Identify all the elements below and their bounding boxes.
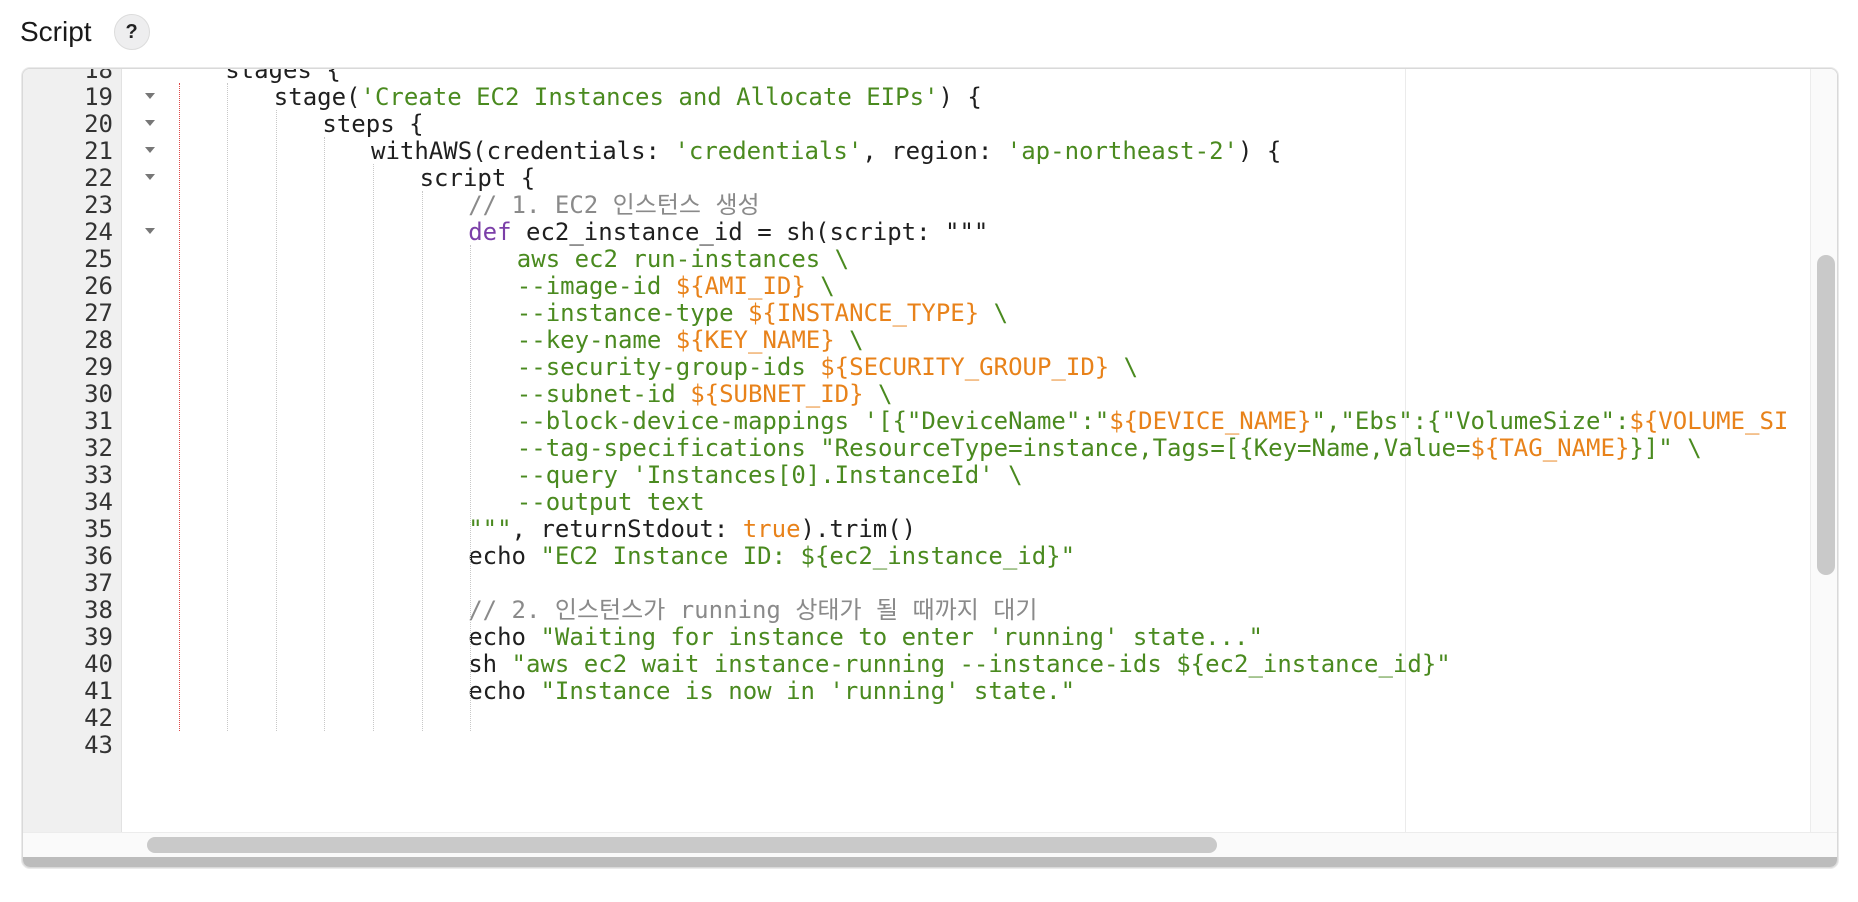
code-token: \ (834, 326, 864, 354)
code-token: 'ap-northeast-2' (1006, 137, 1238, 165)
code-token: echo (468, 677, 541, 705)
code-token: --key-name (516, 326, 676, 354)
code-token: "Instance is now in 'running' state." (540, 677, 1076, 705)
code-token: --query 'Instances[0].InstanceId' \ (516, 461, 1023, 489)
code-token: ${INSTANCE_TYPE} (747, 299, 980, 327)
script-header: Script ? (20, 10, 150, 54)
code-token: \ (863, 380, 893, 408)
code-token: "Waiting for instance to enter 'running'… (540, 623, 1263, 651)
code-token: withAWS(credentials: (371, 137, 675, 165)
code-token: --tag-specifications "ResourceType=insta… (516, 434, 1471, 462)
code-token: ","Ebs":{"VolumeSize": (1311, 407, 1630, 435)
indent-guide (421, 191, 423, 731)
code-token: ) { (938, 83, 982, 111)
code-token: , returnStdout: (511, 515, 743, 543)
code-token: --output text (516, 488, 705, 516)
indent-guide (178, 83, 180, 731)
code-token: ${AMI_ID} (675, 272, 806, 300)
code-token: sh(script: """ (771, 218, 989, 246)
help-button[interactable]: ? (113, 14, 150, 50)
indent-guide (324, 137, 326, 731)
code-token: // 2. 인스턴스가 running 상태가 될 때까지 대기 (468, 596, 1038, 624)
horizontal-scrollbar-thumb[interactable] (147, 837, 1217, 853)
code-token: stage( (273, 83, 361, 111)
code-token: """ (468, 515, 512, 543)
code-token: // 1. EC2 인스턴스 생성 (468, 191, 760, 219)
code-token: sh (468, 650, 512, 678)
code-token: ) { (1237, 137, 1282, 165)
code-token: "EC2 Instance ID: ${ec2_instance_id}" (540, 542, 1076, 570)
line-number-text: 43 (84, 731, 113, 759)
code-area[interactable]: stages {stage('Create EC2 Instances and … (122, 69, 1809, 867)
code-token: def (468, 218, 512, 246)
code-token: --image-id (516, 272, 676, 300)
code-token: echo (468, 623, 541, 651)
code-token: true (742, 515, 801, 543)
code-token: ${VOLUME_SI (1629, 407, 1789, 435)
code-token: ${DEVICE_NAME} (1109, 407, 1312, 435)
code-token: --instance-type (516, 299, 748, 327)
code-token: script { (419, 164, 536, 192)
code-token: }]" \ (1629, 434, 1702, 462)
code-token: --subnet-id (516, 380, 691, 408)
code-token: 'credentials' (674, 137, 863, 165)
code-editor[interactable]: 18 19 20 21 22 23 24 25 26 27 28 29 30 31 32 33 34 35 36 37… (22, 68, 1838, 868)
indent-guide (227, 83, 229, 731)
code-token: , region: (862, 137, 1007, 165)
code-token: ec2_instance_id (511, 218, 758, 246)
code-token: \ (1109, 353, 1139, 381)
code-token: ${SECURITY_GROUP_ID} (820, 353, 1110, 381)
code-token: 'Create EC2 Instances and Allocate EIPs' (360, 83, 939, 111)
code-token: --block-device-mappings '[{"DeviceName":… (516, 407, 1110, 435)
code-token: --security-group-ids (516, 353, 821, 381)
editor-bottom-border (23, 857, 1837, 867)
code-token: ${TAG_NAME} (1470, 434, 1630, 462)
line-number: 43 (45, 729, 117, 761)
indent-guide (470, 245, 472, 731)
code-token: steps { (322, 110, 424, 138)
code-token: "aws ec2 wait instance-running --instanc… (511, 650, 1451, 678)
indent-guide (275, 110, 277, 731)
code-token: \ (805, 272, 835, 300)
line-number-gutter: 18 19 20 21 22 23 24 25 26 27 28 29 30 31 32 33 34 35 36 37… (23, 69, 155, 867)
code-token: ${KEY_NAME} (675, 326, 835, 354)
vertical-scroll-track[interactable] (1810, 69, 1837, 867)
code-token: ${SUBNET_ID} (690, 380, 864, 408)
code-token: aws ec2 run-instances \ (516, 245, 850, 273)
code-token: \ (979, 299, 1009, 327)
vertical-scrollbar-thumb[interactable] (1817, 255, 1835, 575)
indent-guide (373, 164, 374, 731)
code-token: = (757, 218, 772, 246)
section-title: Script (20, 16, 92, 47)
code-token: ).trim() (800, 515, 917, 543)
code-token: echo (468, 542, 541, 570)
